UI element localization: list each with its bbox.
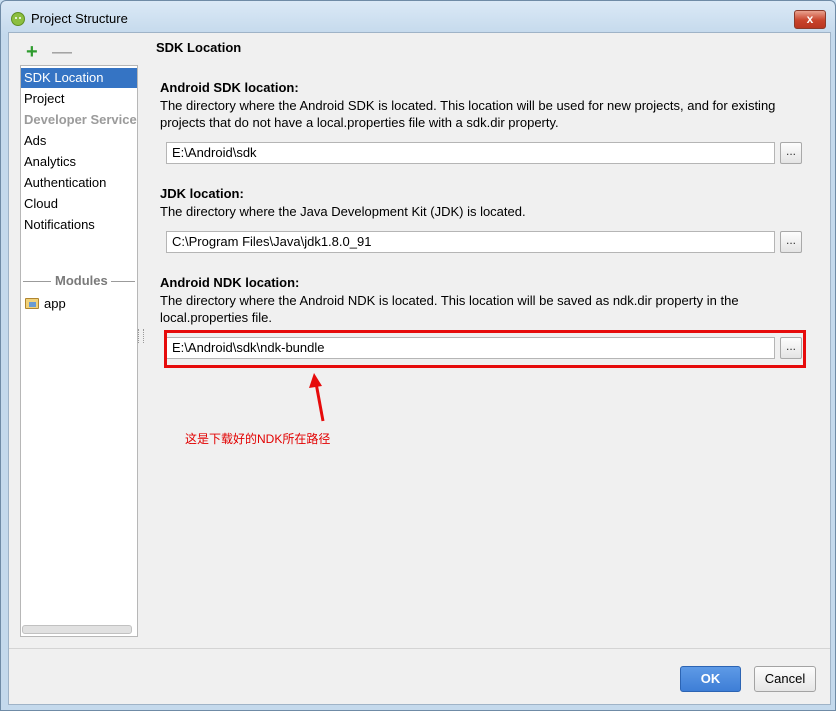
title-bar: Project Structure x <box>1 1 835 35</box>
sidebar-item-sdk-location[interactable]: SDK Location <box>21 68 137 88</box>
jdk-path-field[interactable]: C:\Program Files\Java\jdk1.8.0_91 <box>166 231 775 253</box>
sidebar: SDK Location Project Developer Services … <box>20 65 138 637</box>
jdk-description: The directory where the Java Development… <box>160 204 526 219</box>
sidebar-item-analytics[interactable]: Analytics <box>21 152 137 172</box>
cancel-button[interactable]: Cancel <box>754 666 816 692</box>
sidebar-item-app-module[interactable]: app <box>44 294 66 314</box>
jdk-browse-button[interactable]: ... <box>780 231 802 253</box>
section-title: SDK Location <box>156 40 242 55</box>
android-ndk-title: Android NDK location: <box>160 275 300 290</box>
jdk-title: JDK location: <box>160 186 244 201</box>
android-sdk-description: The directory where the Android SDK is l… <box>160 98 776 130</box>
sidebar-item-project[interactable]: Project <box>21 89 137 109</box>
separator-line-left <box>23 281 51 282</box>
project-structure-dialog: Project Structure x + — SDK Location Pro… <box>0 0 836 711</box>
module-folder-icon <box>25 298 39 309</box>
footer-divider <box>9 648 830 649</box>
android-sdk-browse-button[interactable]: ... <box>780 142 802 164</box>
sidebar-item-authentication[interactable]: Authentication <box>21 173 137 193</box>
add-icon[interactable]: + <box>26 42 38 62</box>
pane-splitter-handle[interactable] <box>138 329 144 343</box>
close-button[interactable]: x <box>794 10 826 29</box>
android-sdk-path-field[interactable]: E:\Android\sdk <box>166 142 775 164</box>
android-sdk-title: Android SDK location: <box>160 80 299 95</box>
highlight-box <box>164 330 806 368</box>
android-ndk-description: The directory where the Android NDK is l… <box>160 293 739 325</box>
annotation-arrow-icon <box>309 373 325 422</box>
modules-label: Modules <box>55 273 108 288</box>
sidebar-item-cloud[interactable]: Cloud <box>21 194 137 214</box>
sidebar-horizontal-scrollbar[interactable] <box>22 625 132 634</box>
sidebar-group-developer-services: Developer Services <box>24 112 138 127</box>
modules-separator: Modules <box>21 273 137 289</box>
remove-icon[interactable]: — <box>52 42 72 62</box>
dialog-body: + — SDK Location Project Developer Servi… <box>8 32 831 705</box>
sidebar-item-notifications[interactable]: Notifications <box>21 215 137 235</box>
window-title: Project Structure <box>31 11 128 26</box>
android-studio-icon <box>11 12 25 26</box>
separator-line-right <box>111 281 135 282</box>
sidebar-item-ads[interactable]: Ads <box>21 131 137 151</box>
ok-button[interactable]: OK <box>680 666 741 692</box>
annotation-text: 这是下载好的NDK所在路径 <box>185 432 331 446</box>
